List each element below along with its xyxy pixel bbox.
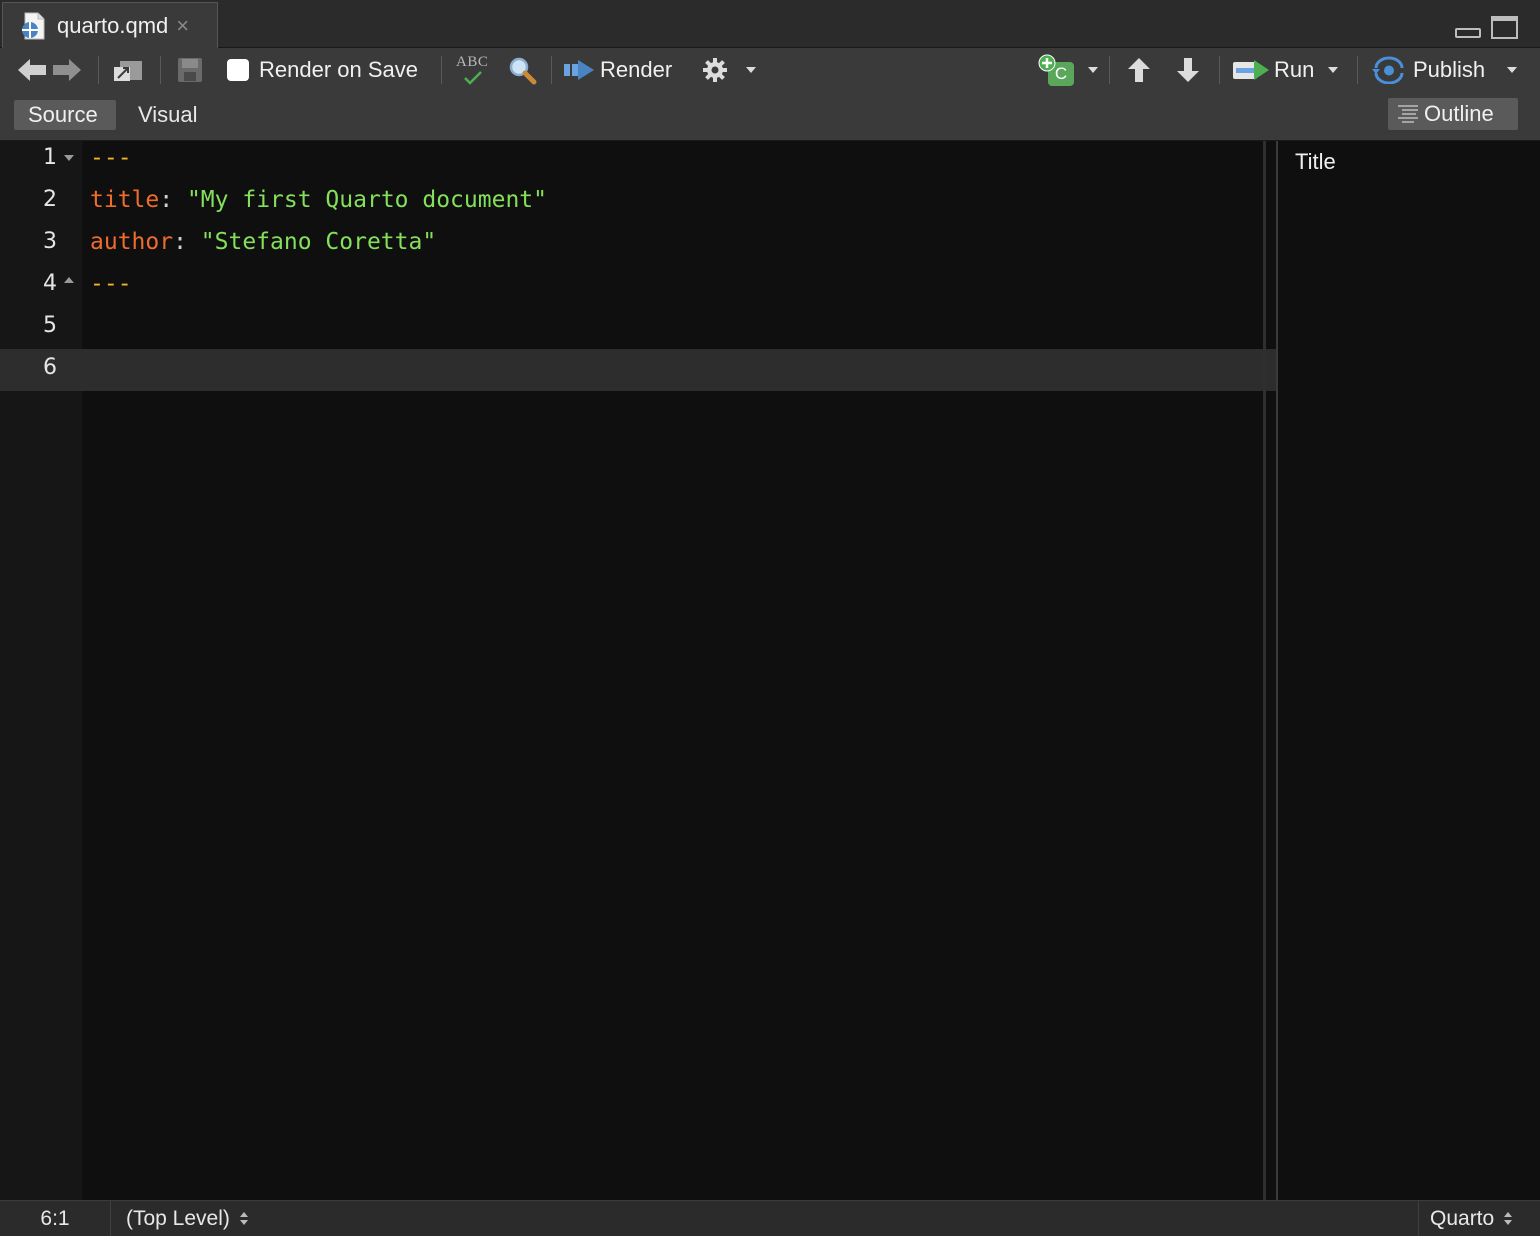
quarto-file-icon: [22, 12, 45, 39]
run-arrow-icon: [1233, 60, 1269, 80]
arrow-left-icon: [18, 59, 46, 81]
close-tab-icon[interactable]: ×: [176, 14, 189, 37]
language-selector[interactable]: Quarto: [1430, 1201, 1513, 1236]
chevron-down-icon: [1507, 67, 1518, 73]
code-line[interactable]: 5: [0, 307, 1276, 349]
render-button[interactable]: Render: [563, 48, 672, 92]
tab-filename: quarto.qmd: [57, 12, 169, 38]
tab-quarto-qmd[interactable]: quarto.qmd ×: [2, 2, 218, 48]
toolbar-separator: [98, 56, 99, 84]
fold-end-icon[interactable]: [64, 277, 74, 283]
code-text: author: "Stefano Coretta": [90, 223, 436, 265]
source-editor[interactable]: 1 --- 2 title: "My first Quarto document" 3 a…: [0, 141, 1276, 1200]
code-token: :: [173, 229, 201, 255]
forward-button[interactable]: [51, 48, 83, 92]
code-token: ---: [90, 271, 132, 297]
render-label: Render: [600, 57, 673, 82]
chevron-down-icon: [1088, 67, 1098, 73]
save-disk-icon: [178, 58, 202, 82]
line-number: 4: [43, 271, 57, 296]
publish-button[interactable]: Publish: [1372, 48, 1518, 92]
status-divider: [1418, 1201, 1419, 1236]
code-token: "My first Quarto document": [186, 187, 547, 213]
editor-scrollbar-track[interactable]: [1263, 141, 1266, 1200]
line-number: 3: [43, 229, 57, 254]
code-token: :: [159, 187, 187, 213]
next-section-button[interactable]: [1175, 48, 1201, 92]
save-button[interactable]: [176, 48, 204, 92]
arrow-right-icon: [53, 59, 81, 81]
code-line[interactable]: 6: [0, 349, 1276, 391]
publish-label: Publish: [1413, 57, 1486, 82]
scope-label: (Top Level): [126, 1206, 230, 1230]
render-on-save-label: Render on Save: [259, 57, 418, 82]
insert-chunk-button[interactable]: C: [1038, 48, 1098, 92]
maximize-pane-icon[interactable]: [1491, 16, 1518, 39]
chevron-down-icon: [746, 67, 756, 73]
cursor-position: 6:1: [40, 1206, 70, 1230]
outline-label: Outline: [1424, 101, 1494, 126]
editor-toolbar: Render on Save ABC Render C Run Publish …: [0, 48, 1540, 141]
code-line[interactable]: 1 ---: [0, 139, 1276, 181]
render-arrow-icon: [564, 60, 594, 80]
code-line[interactable]: 4 ---: [0, 265, 1276, 307]
toolbar-separator: [1357, 56, 1358, 84]
code-token: title: [90, 187, 160, 213]
code-text: ---: [90, 265, 132, 307]
up-down-arrows-icon: [239, 1212, 248, 1225]
toolbar-separator: [1109, 56, 1110, 84]
status-divider: [110, 1201, 111, 1236]
tab-source[interactable]: Source: [14, 100, 116, 130]
settings-menu-button[interactable]: [702, 48, 756, 92]
spellcheck-icon: ABC: [455, 52, 491, 88]
publish-icon: [1372, 56, 1404, 84]
status-bar: 6:1 (Top Level) Quarto: [0, 1200, 1540, 1236]
arrow-down-icon: [1177, 58, 1199, 82]
code-text: ---: [90, 139, 132, 181]
run-button[interactable]: Run: [1232, 48, 1339, 92]
up-down-arrows-icon: [1504, 1212, 1513, 1225]
find-replace-button[interactable]: [507, 48, 537, 92]
toolbar-separator: [441, 56, 442, 84]
tab-bar: quarto.qmd ×: [0, 0, 1540, 48]
code-token: ---: [90, 145, 132, 171]
language-label: Quarto: [1430, 1206, 1495, 1230]
popout-icon: [114, 61, 142, 81]
code-text: title: "My first Quarto document": [90, 181, 547, 223]
line-number: 2: [43, 187, 57, 212]
spellcheck-button[interactable]: ABC: [455, 48, 491, 92]
run-label: Run: [1274, 57, 1315, 82]
outline-pane: Title: [1276, 141, 1540, 1200]
magnifier-icon: [509, 57, 537, 85]
fold-collapse-icon[interactable]: [64, 155, 74, 161]
render-on-save-toggle[interactable]: Render on Save: [227, 48, 418, 92]
tab-visual[interactable]: Visual: [124, 100, 220, 130]
outline-toggle-button[interactable]: Outline: [1388, 98, 1518, 130]
render-on-save-checkbox[interactable]: [227, 59, 249, 81]
toolbar-separator: [551, 56, 552, 84]
scope-selector[interactable]: (Top Level): [126, 1201, 248, 1236]
line-number: 5: [43, 313, 57, 338]
chevron-down-icon: [1328, 67, 1339, 73]
arrow-up-icon: [1128, 58, 1150, 82]
minimize-pane-icon[interactable]: [1455, 28, 1481, 38]
gear-icon: [703, 58, 727, 82]
insert-chunk-icon: C: [1038, 54, 1076, 86]
outline-lines-icon: [1398, 105, 1418, 123]
code-token: author: [90, 229, 174, 255]
toolbar-separator: [1219, 56, 1220, 84]
code-token: "Stefano Coretta": [200, 229, 437, 255]
code-line[interactable]: 2 title: "My first Quarto document": [0, 181, 1276, 223]
line-number: 1: [43, 145, 57, 170]
show-in-new-window-button[interactable]: [112, 48, 144, 92]
toolbar-separator: [160, 56, 161, 84]
previous-section-button[interactable]: [1126, 48, 1152, 92]
spellcheck-abc: ABC: [456, 54, 489, 70]
line-number: 6: [43, 355, 57, 380]
back-button[interactable]: [16, 48, 48, 92]
outline-item-title[interactable]: Title: [1295, 149, 1336, 175]
code-line[interactable]: 3 author: "Stefano Coretta": [0, 223, 1276, 265]
